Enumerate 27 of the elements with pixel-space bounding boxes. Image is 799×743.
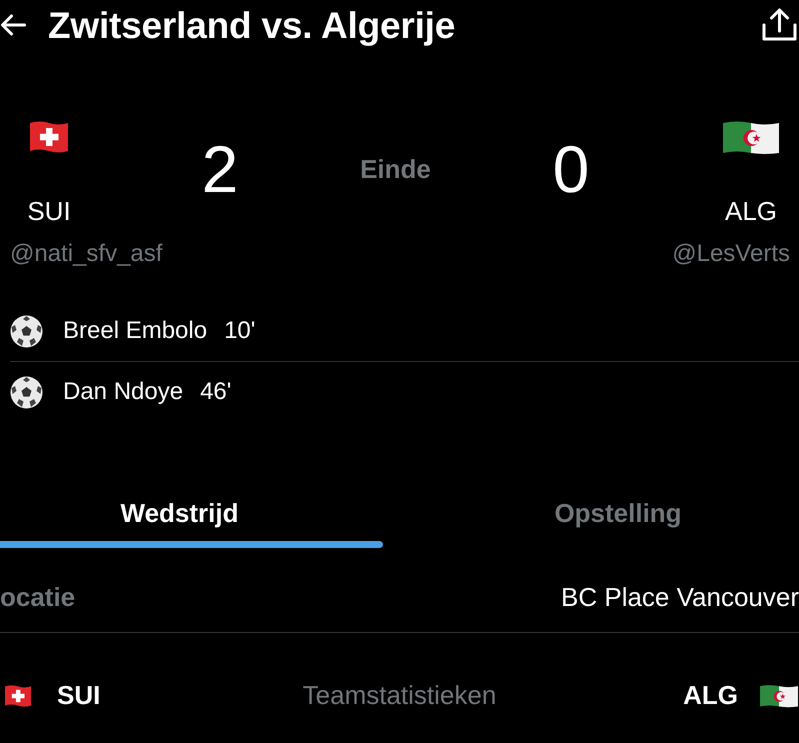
team-handle-link[interactable]: @nati_sfv_asf xyxy=(10,240,162,269)
soccer-ball-icon xyxy=(10,376,43,408)
algerian-flag-icon xyxy=(760,684,798,708)
team-code: SUI xyxy=(27,196,71,228)
back-icon[interactable] xyxy=(0,14,26,36)
goal-minute: 46' xyxy=(200,378,232,406)
page-title: Zwitserland vs. Algerije xyxy=(48,6,456,44)
goal-scorer: Breel Embolo xyxy=(63,316,208,346)
team-code: SUI xyxy=(57,680,100,712)
detail-label: ocatie xyxy=(0,582,76,614)
share-icon[interactable] xyxy=(762,8,797,42)
goal-minute: 10' xyxy=(224,316,256,346)
goal-scorer: Dan Ndoye xyxy=(63,378,184,406)
team-handle-link[interactable]: @LesVerts xyxy=(672,240,790,269)
match-status: Einde xyxy=(360,156,431,182)
detail-value: BC Place Vancouver xyxy=(561,582,799,614)
team-score: 2 xyxy=(202,136,238,202)
soccer-ball-icon xyxy=(10,314,43,348)
tab[interactable]: Opstelling xyxy=(383,480,799,548)
section-title: Teamstatistieken xyxy=(302,680,496,712)
swiss-flag-icon xyxy=(5,684,31,708)
team-score: 0 xyxy=(552,136,590,202)
swiss-flag-icon xyxy=(30,120,68,154)
team-code: ALG xyxy=(724,196,778,228)
team-code: ALG xyxy=(683,680,738,712)
algerian-flag-icon xyxy=(723,120,779,155)
tab[interactable]: Wedstrijd xyxy=(0,480,383,548)
